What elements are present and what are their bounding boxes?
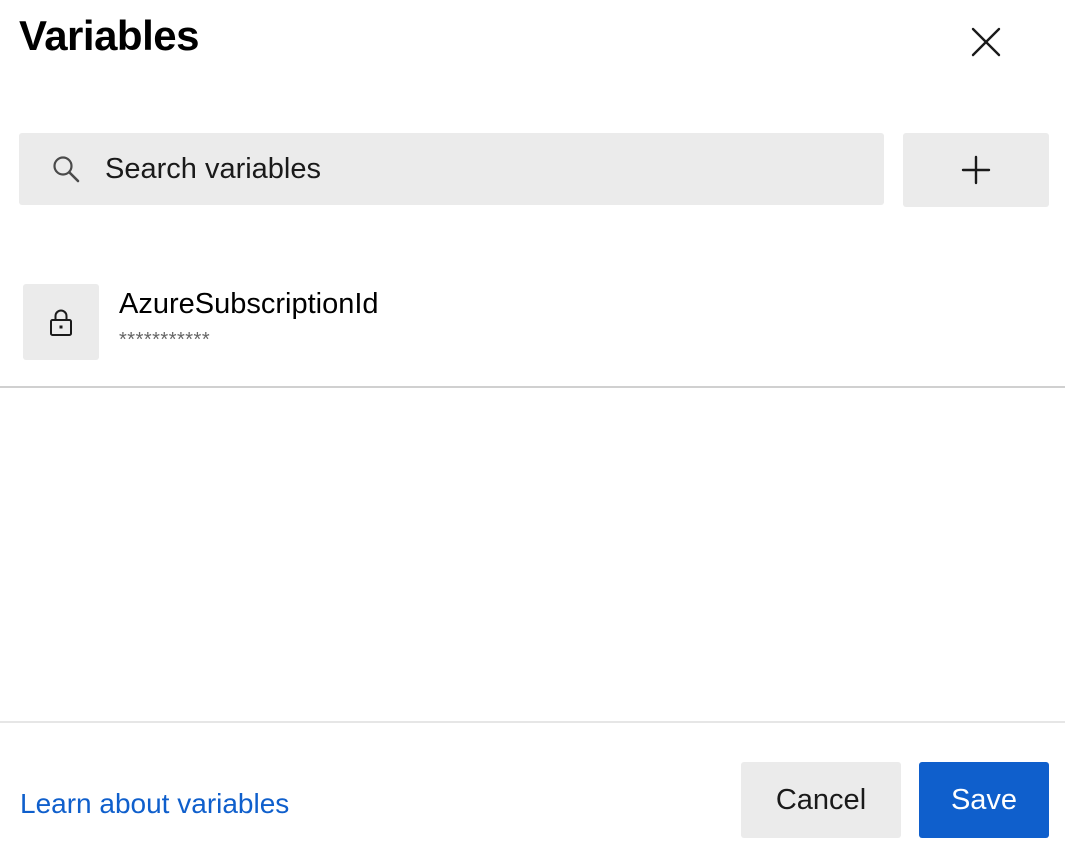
footer-divider: [0, 721, 1065, 723]
variable-name: AzureSubscriptionId: [119, 288, 379, 320]
variables-panel: Variables AzureSubscripti: [0, 0, 1065, 856]
learn-about-variables-link[interactable]: Learn about variables: [20, 785, 289, 823]
search-box[interactable]: [19, 133, 884, 205]
close-button[interactable]: [958, 14, 1014, 70]
variable-value: ***********: [119, 329, 211, 351]
cancel-button[interactable]: Cancel: [741, 762, 901, 838]
secret-indicator: [23, 284, 99, 360]
save-button[interactable]: Save: [919, 762, 1049, 838]
close-icon: [971, 27, 1001, 57]
search-icon: [51, 154, 81, 184]
add-variable-button[interactable]: [903, 133, 1049, 207]
variable-row[interactable]: AzureSubscriptionId ***********: [0, 268, 1065, 388]
search-input[interactable]: [105, 133, 884, 205]
lock-icon: [50, 309, 72, 336]
plus-icon: [961, 155, 991, 185]
panel-title: Variables: [19, 12, 199, 59]
